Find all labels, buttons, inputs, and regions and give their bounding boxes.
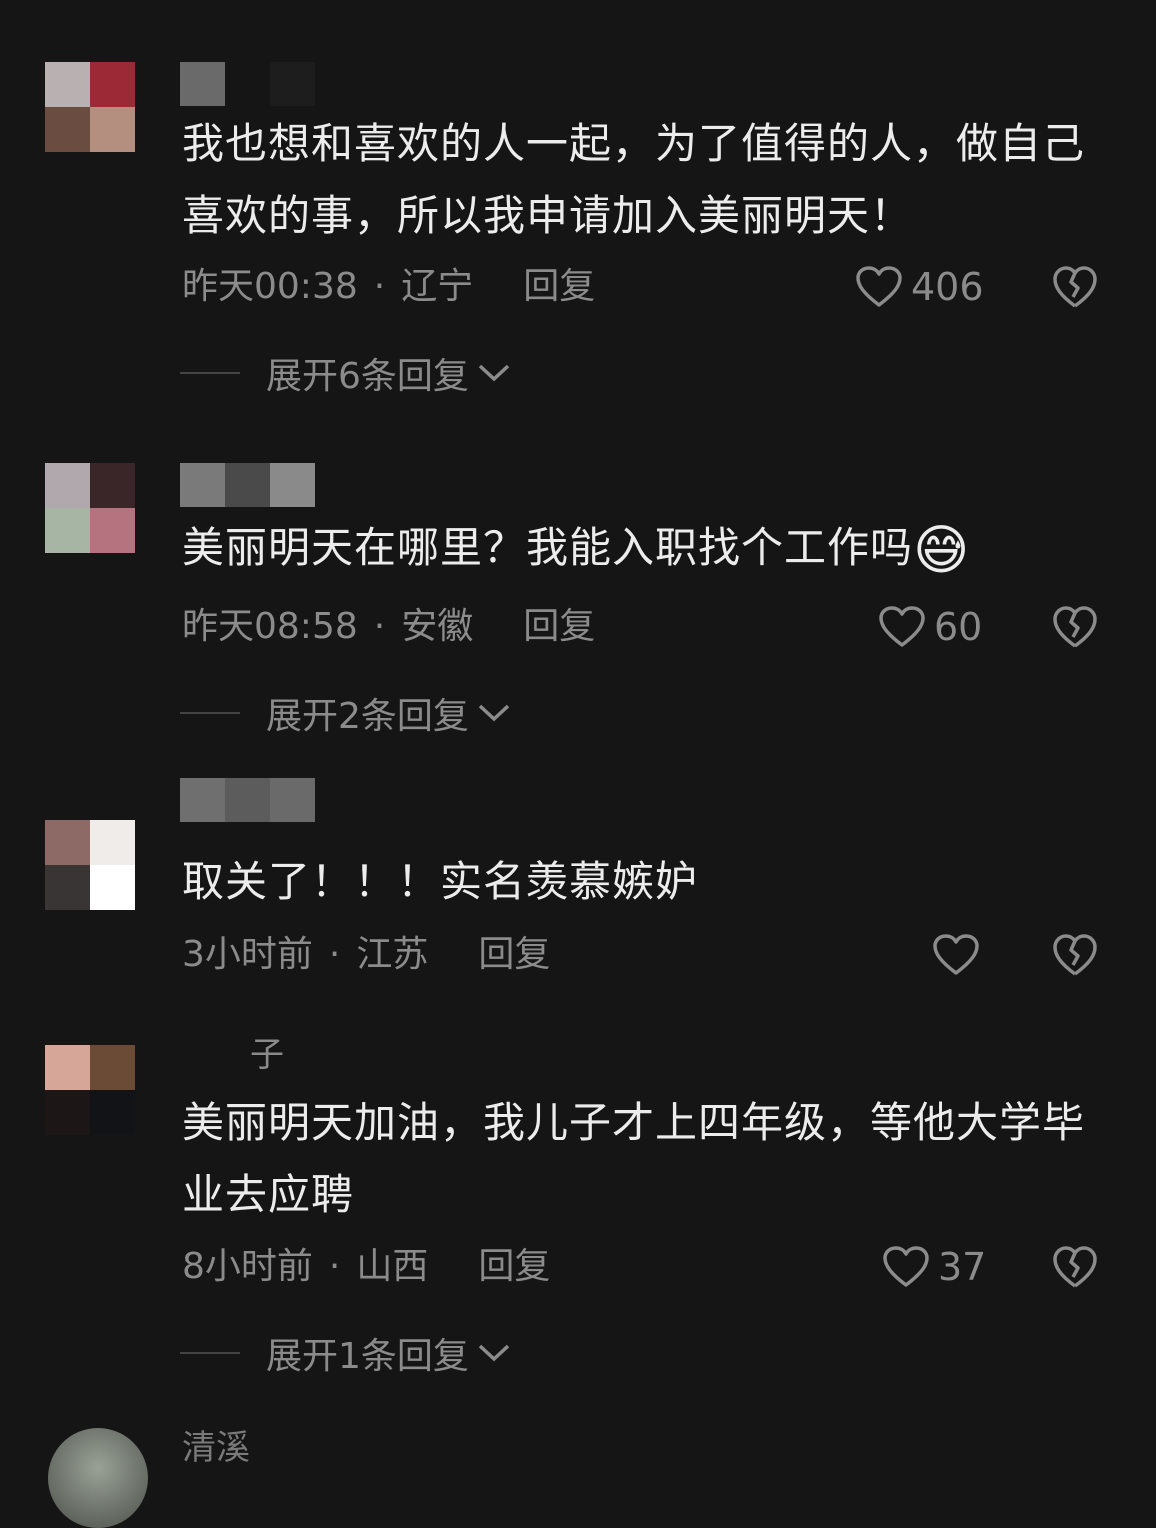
avatar[interactable] <box>48 1428 148 1528</box>
comment-meta: 昨天08:58 · 安徽 回复 <box>182 602 595 652</box>
expand-replies-button[interactable]: 展开2条回复 <box>180 688 511 738</box>
divider <box>180 712 240 714</box>
username-pixelated[interactable] <box>180 62 315 106</box>
separator: · <box>328 1246 341 1287</box>
avatar[interactable] <box>45 62 135 152</box>
broken-heart-icon[interactable] <box>1052 264 1098 310</box>
chevron-down-icon <box>478 1344 510 1362</box>
comment-location: 江苏 <box>356 934 429 975</box>
like-count: 60 <box>934 605 983 649</box>
broken-heart-icon[interactable] <box>1052 1244 1098 1290</box>
like-button[interactable]: 37 <box>882 1242 986 1292</box>
like-button[interactable]: 60 <box>878 602 982 652</box>
broken-heart-icon[interactable] <box>1052 932 1098 978</box>
comment-text: 取关了！！！实名羡慕嫉妒 <box>182 857 699 906</box>
comment-location: 安徽 <box>401 606 474 647</box>
username[interactable]: 清溪 <box>182 1428 250 1468</box>
comment-meta: 8小时前 · 山西 回复 <box>182 1242 550 1292</box>
like-count: 37 <box>938 1245 987 1289</box>
reply-button[interactable]: 回复 <box>523 262 595 312</box>
expand-replies-label: 展开2条回复 <box>266 696 469 737</box>
comment-text: 美丽明天加油，我儿子才上四年级，等他大学毕业去应聘 <box>182 1098 1086 1219</box>
comment-location: 辽宁 <box>401 266 474 307</box>
separator: · <box>373 266 386 307</box>
avatar[interactable] <box>45 463 135 553</box>
reply-button[interactable]: 回复 <box>478 930 550 980</box>
comment-text: 美丽明天在哪里？我能入职找个工作吗😅 <box>182 512 1092 587</box>
separator: · <box>373 606 386 647</box>
chevron-down-icon <box>478 704 510 722</box>
like-count: 406 <box>911 265 984 309</box>
heart-outline-icon <box>879 606 925 647</box>
comment-location: 山西 <box>356 1246 429 1287</box>
comment-time: 昨天00:38 <box>182 266 358 307</box>
comment-meta: 昨天00:38 · 辽宁 回复 <box>182 262 595 312</box>
avatar[interactable] <box>45 1045 135 1135</box>
heart-outline-icon <box>883 1246 929 1287</box>
username[interactable]: 子 <box>180 1033 284 1077</box>
username-pixelated[interactable] <box>180 463 315 507</box>
comment-meta: 3小时前 · 江苏 回复 <box>182 930 550 980</box>
username-text: 子 <box>250 1035 284 1075</box>
separator: · <box>328 934 341 975</box>
comment-time: 8小时前 <box>182 1246 313 1287</box>
expand-replies-label: 展开1条回复 <box>266 1336 469 1377</box>
reply-button[interactable]: 回复 <box>478 1242 550 1292</box>
heart-outline-icon <box>933 934 979 975</box>
divider <box>180 1352 240 1354</box>
username-pixelated[interactable] <box>180 778 315 822</box>
avatar[interactable] <box>45 820 135 910</box>
expand-replies-button[interactable]: 展开1条回复 <box>180 1328 511 1378</box>
expand-replies-label: 展开6条回复 <box>266 356 469 397</box>
comment-time: 昨天08:58 <box>182 606 358 647</box>
chevron-down-icon <box>478 364 510 382</box>
comment-time: 3小时前 <box>182 934 313 975</box>
like-button[interactable] <box>932 930 988 980</box>
broken-heart-icon[interactable] <box>1052 604 1098 650</box>
sweat-smile-emoji-icon: 😅 <box>913 518 971 582</box>
like-button[interactable]: 406 <box>855 262 984 312</box>
reply-button[interactable]: 回复 <box>523 602 595 652</box>
expand-replies-button[interactable]: 展开6条回复 <box>180 348 511 398</box>
divider <box>180 372 240 374</box>
comment-text-body: 美丽明天在哪里？我能入职找个工作吗 <box>182 523 914 572</box>
comment-text: 我也想和喜欢的人一起，为了值得的人，做自己喜欢的事，所以我申请加入美丽明天！ <box>182 119 1086 240</box>
heart-outline-icon <box>856 266 902 307</box>
